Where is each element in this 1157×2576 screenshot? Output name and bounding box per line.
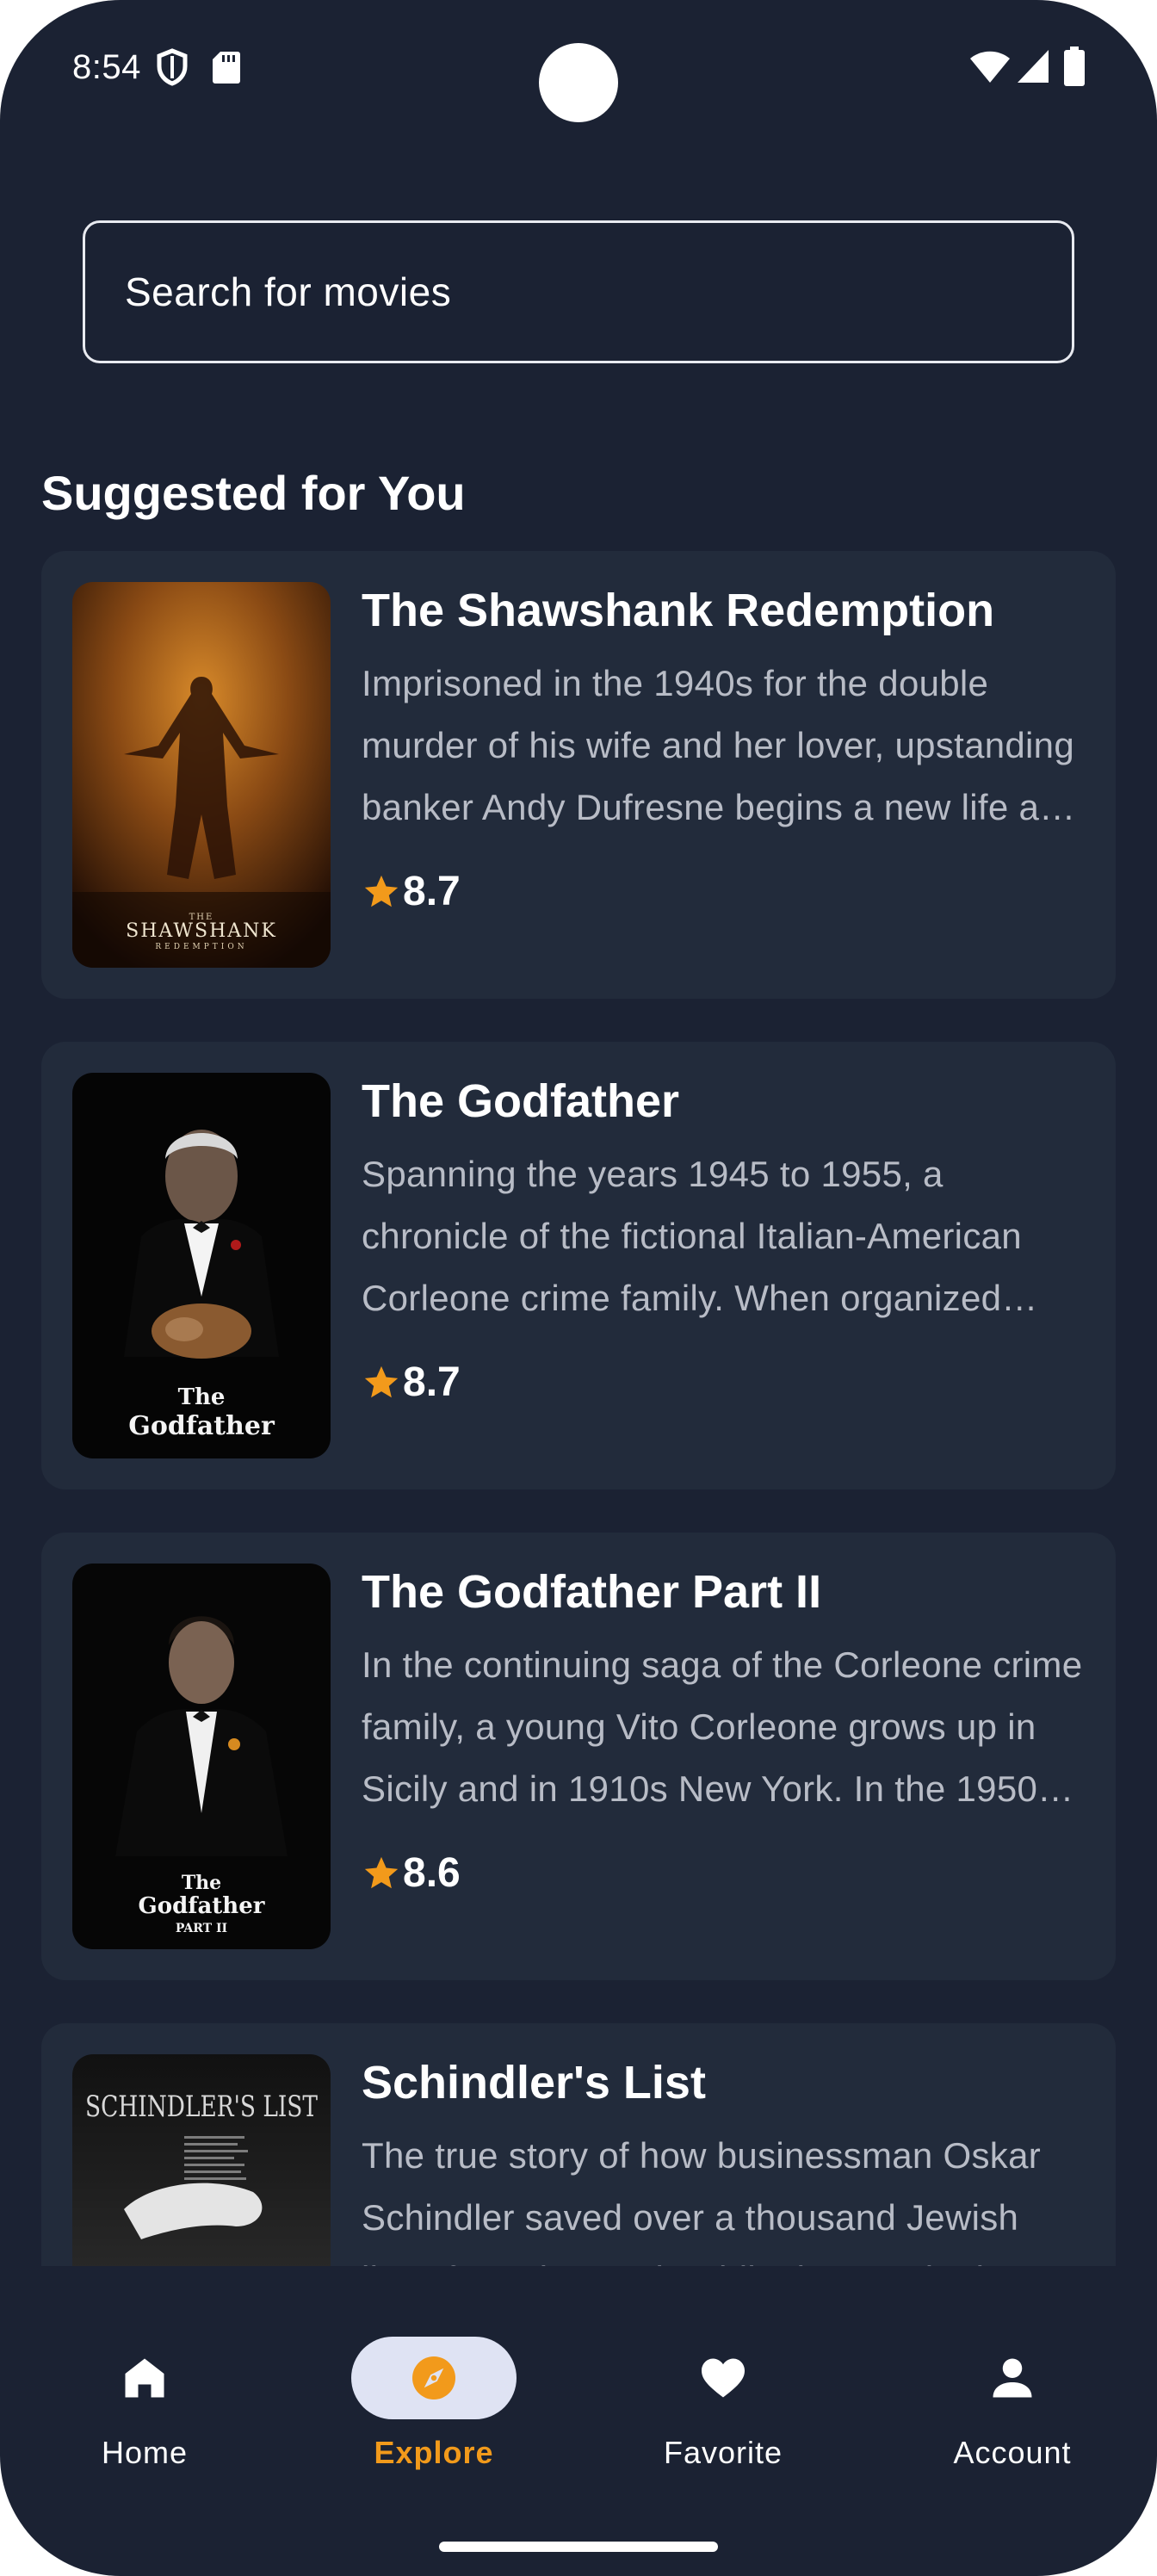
svg-text:The: The [178, 1384, 226, 1410]
movie-title: Schindler's List [362, 2057, 706, 2108]
movie-poster: The Godfather [72, 1073, 331, 1458]
nav-label: Account [953, 2435, 1072, 2470]
star-icon [364, 1856, 399, 1888]
signal-icon [1018, 50, 1049, 83]
person-icon [993, 2358, 1032, 2398]
rating-value: 8.7 [403, 1359, 461, 1405]
movie-card[interactable]: THE SHAWSHANK REDEMPTION The Shawshank R… [41, 551, 1116, 999]
compass-icon [412, 2356, 455, 2400]
bottom-navigation: Home Explore Favorite Account [0, 2268, 1157, 2576]
movie-poster: SCHINDLER'S LIST [72, 2054, 331, 2266]
nav-icon-container [640, 2337, 806, 2419]
movie-rating: 8.6 [362, 1849, 461, 1897]
svg-text:Godfather: Godfather [128, 1411, 275, 1441]
movie-poster: THE SHAWSHANK REDEMPTION [72, 582, 331, 968]
star-icon [364, 1365, 399, 1397]
home-icon [125, 2358, 164, 2398]
nav-label: Explore [374, 2435, 494, 2470]
sd-card-icon [213, 52, 240, 84]
status-time: 8:54 [72, 48, 141, 86]
battery-icon [1064, 46, 1085, 86]
movie-description: Spanning the years 1945 to 1955, a chron… [362, 1154, 1022, 1318]
movie-rating: 8.7 [362, 868, 461, 915]
wifi-icon [970, 51, 1010, 83]
movie-rating: 8.7 [362, 1359, 461, 1406]
nav-item-account[interactable]: Account [868, 2337, 1157, 2509]
movie-card[interactable]: SCHINDLER'S LIST Schindler's List The tr… [41, 2023, 1116, 2266]
svg-text:SHAWSHANK: SHAWSHANK [126, 920, 277, 942]
search-placeholder: Search for movies [125, 269, 452, 314]
search-input[interactable]: Search for movies [83, 220, 1074, 363]
svg-text:PART II: PART II [176, 1922, 227, 1935]
nav-item-home[interactable]: Home [0, 2337, 289, 2509]
nav-item-favorite[interactable]: Favorite [578, 2337, 868, 2509]
nav-label: Favorite [663, 2435, 783, 2470]
svg-text:Godfather: Godfather [139, 1893, 265, 1919]
movie-description: Imprisoned in the 1940s for the double m… [362, 663, 1074, 827]
section-title: Suggested for You [41, 466, 466, 520]
svg-text:The: The [182, 1872, 221, 1894]
movie-list[interactable]: THE SHAWSHANK REDEMPTION The Shawshank R… [41, 551, 1116, 2266]
svg-text:SCHINDLER'S LIST: SCHINDLER'S LIST [85, 2090, 318, 2124]
app-screen: 8:54 Search for movies Suggested for You [0, 0, 1157, 2576]
shield-icon [157, 48, 188, 86]
rating-value: 8.6 [403, 1850, 461, 1896]
nav-active-indicator [351, 2337, 517, 2419]
nav-item-explore[interactable]: Explore [289, 2337, 578, 2509]
movie-description: In the continuing saga of the Corleone c… [362, 1644, 1083, 1809]
nav-icon-container [930, 2337, 1095, 2419]
heart-icon [702, 2358, 745, 2398]
movie-description: The true story of how businessman Oskar … [362, 2135, 1042, 2266]
movie-title: The Godfather [362, 1075, 680, 1127]
movie-card[interactable]: The Godfather PART II The Godfather Part… [41, 1533, 1116, 1980]
status-bar: 8:54 [0, 0, 1157, 138]
nav-icon-container [62, 2337, 227, 2419]
movie-title: The Shawshank Redemption [362, 585, 995, 636]
star-icon [364, 875, 399, 907]
movie-card[interactable]: The Godfather The Godfather Spanning the… [41, 1042, 1116, 1489]
front-camera [539, 43, 618, 122]
nav-label: Home [101, 2435, 189, 2470]
rating-value: 8.7 [403, 869, 461, 914]
svg-text:REDEMPTION: REDEMPTION [155, 943, 247, 951]
movie-title: The Godfather Part II [362, 1566, 822, 1618]
home-indicator[interactable] [439, 2542, 718, 2552]
movie-poster: The Godfather PART II [72, 1564, 331, 1949]
